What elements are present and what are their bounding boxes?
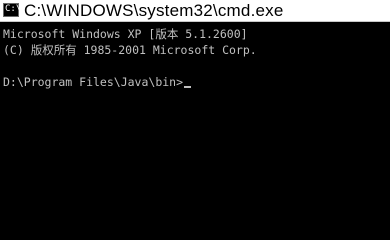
console-line-version: Microsoft Windows XP [版本 5.1.2600] [3, 27, 248, 41]
console-area[interactable]: Microsoft Windows XP [版本 5.1.2600] (C) 版… [0, 22, 390, 205]
console-prompt: D:\Program Files\Java\bin> [3, 75, 184, 89]
title-bar[interactable]: C:\ C:\WINDOWS\system32\cmd.exe [0, 0, 390, 22]
console-prompt-line[interactable]: D:\Program Files\Java\bin> [3, 74, 192, 90]
console-line-copyright: (C) 版权所有 1985-2001 Microsoft Corp. [3, 43, 257, 57]
cmd-prompt-icon[interactable]: C:\ [3, 3, 22, 17]
cmd-icon-glyph: C:\ [5, 4, 22, 14]
cmd-window: C:\ C:\WINDOWS\system32\cmd.exe Microsof… [0, 0, 390, 205]
text-cursor [184, 86, 192, 88]
window-title: C:\WINDOWS\system32\cmd.exe [24, 1, 284, 20]
